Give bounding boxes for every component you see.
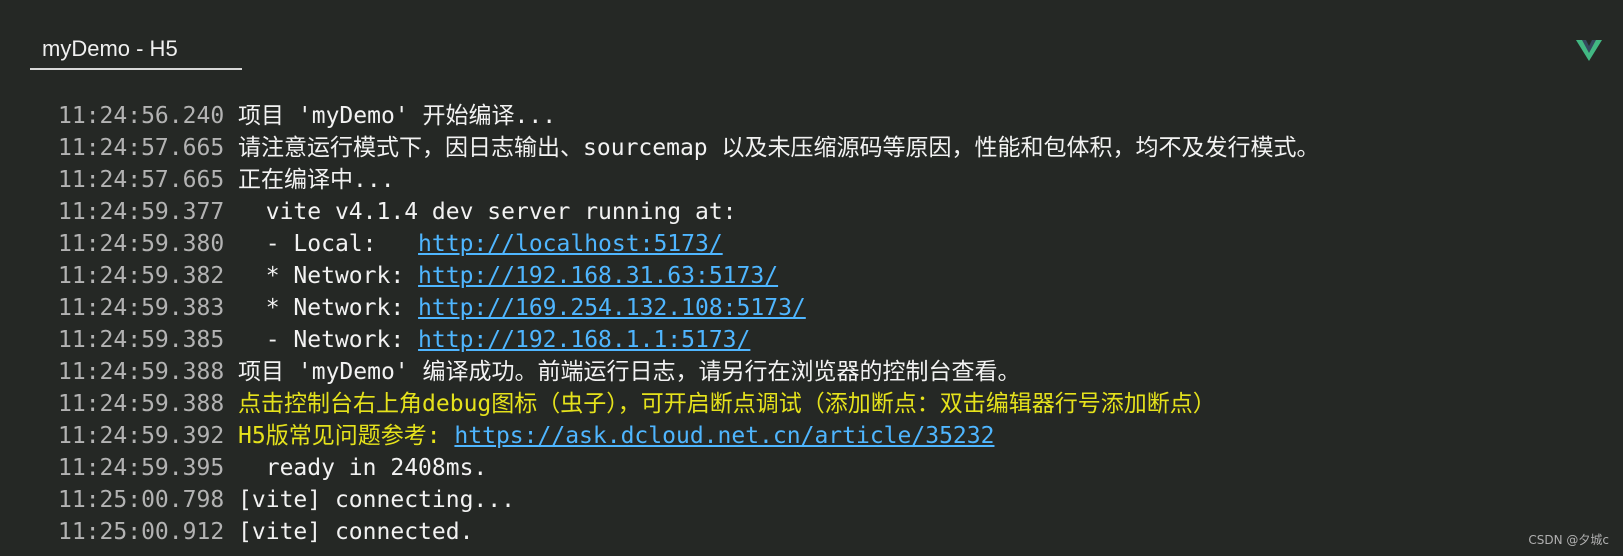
log-message: [vite] connecting... xyxy=(238,487,515,513)
faq-prefix: H5版常见问题参考: xyxy=(238,423,455,449)
console-line: 11:24:59.395 ready in 2408ms. xyxy=(58,452,1608,484)
network-url-link[interactable]: http://169.254.132.108:5173/ xyxy=(418,295,806,321)
console-line: 11:24:57.665 请注意运行模式下，因日志输出、sourcemap 以及… xyxy=(58,132,1608,164)
log-prefix: * Network: xyxy=(238,295,419,321)
log-message: ready in 2408ms. xyxy=(238,455,488,481)
console-line: 11:24:59.380 - Local: http://localhost:5… xyxy=(58,228,1608,260)
log-message: 项目 'myDemo' 编译成功。前端运行日志，请另行在浏览器的控制台查看。 xyxy=(238,359,1021,385)
timestamp: 11:24:57.665 xyxy=(58,167,225,193)
timestamp: 11:24:59.388 xyxy=(58,359,225,385)
timestamp: 11:25:00.798 xyxy=(58,487,225,513)
console-line: 11:25:00.912 [vite] connected. xyxy=(58,516,1608,548)
console-line: 11:24:59.392 H5版常见问题参考: https://ask.dclo… xyxy=(58,420,1608,452)
console-line: 11:24:57.665 正在编译中... xyxy=(58,164,1608,196)
console-output[interactable]: 11:24:56.240 项目 'myDemo' 开始编译... 11:24:5… xyxy=(58,100,1608,550)
log-message: 项目 'myDemo' 开始编译... xyxy=(238,103,557,129)
log-message: 请注意运行模式下，因日志输出、sourcemap 以及未压缩源码等原因，性能和包… xyxy=(238,135,1320,161)
console-line: 11:24:59.383 * Network: http://169.254.1… xyxy=(58,292,1608,324)
timestamp: 11:24:57.665 xyxy=(58,135,225,161)
timestamp: 11:24:59.383 xyxy=(58,295,225,321)
network-url-link[interactable]: http://192.168.31.63:5173/ xyxy=(418,263,778,289)
log-message: [vite] connected. xyxy=(238,519,474,545)
network-url-link[interactable]: http://192.168.1.1:5173/ xyxy=(418,327,750,353)
timestamp: 11:24:59.385 xyxy=(58,327,225,353)
timestamp: 11:24:59.382 xyxy=(58,263,225,289)
vue-logo-icon[interactable] xyxy=(1576,38,1602,62)
watermark: CSDN @夕城c xyxy=(1528,533,1609,547)
console-line: 11:24:59.388 项目 'myDemo' 编译成功。前端运行日志，请另行… xyxy=(58,356,1608,388)
timestamp: 11:24:59.377 xyxy=(58,199,225,225)
log-prefix: - Local: xyxy=(238,231,419,257)
timestamp: 11:24:59.392 xyxy=(58,423,225,449)
console-line: 11:24:59.385 - Network: http://192.168.1… xyxy=(58,324,1608,356)
console-line: 11:25:00.798 [vite] connecting... xyxy=(58,484,1608,516)
log-message: vite v4.1.4 dev server running at: xyxy=(238,199,737,225)
faq-link[interactable]: https://ask.dcloud.net.cn/article/35232 xyxy=(454,423,994,449)
console-line: 11:24:59.377 vite v4.1.4 dev server runn… xyxy=(58,196,1608,228)
timestamp: 11:24:59.388 xyxy=(58,391,225,417)
console-line: 11:24:59.388 点击控制台右上角debug图标（虫子），可开启断点调试… xyxy=(58,388,1608,420)
log-prefix: * Network: xyxy=(238,263,419,289)
local-url-link[interactable]: http://localhost:5173/ xyxy=(418,231,723,257)
timestamp: 11:24:59.395 xyxy=(58,455,225,481)
timestamp: 11:24:59.380 xyxy=(58,231,225,257)
tab-title: myDemo - H5 xyxy=(42,36,178,61)
log-message: 正在编译中... xyxy=(238,167,395,193)
timestamp: 11:25:00.912 xyxy=(58,519,225,545)
editor-tab[interactable]: myDemo - H5 xyxy=(30,32,242,70)
log-prefix: - Network: xyxy=(238,327,419,353)
timestamp: 11:24:56.240 xyxy=(58,103,225,129)
console-line: 11:24:56.240 项目 'myDemo' 开始编译... xyxy=(58,100,1608,132)
console-line: 11:24:59.382 * Network: http://192.168.3… xyxy=(58,260,1608,292)
debug-hint-message: 点击控制台右上角debug图标（虫子），可开启断点调试（添加断点：双击编辑器行号… xyxy=(238,391,1216,417)
